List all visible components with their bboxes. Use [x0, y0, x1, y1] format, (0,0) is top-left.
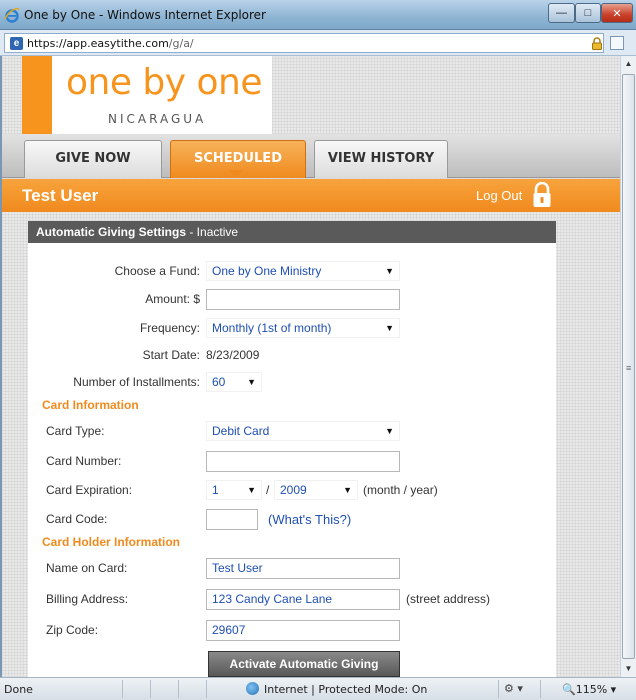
amount-label: Amount: $: [145, 292, 200, 306]
card-type-select-value: Debit Card: [212, 424, 270, 438]
scrollbar-thumb[interactable]: ≡: [622, 74, 635, 659]
tab-view-history[interactable]: VIEW HISTORY: [314, 140, 448, 178]
activate-automatic-giving-button[interactable]: Activate Automatic Giving: [208, 651, 400, 677]
padlock-icon[interactable]: [532, 182, 552, 208]
logout-link[interactable]: Log Out: [476, 188, 522, 203]
card-type-label: Card Type:: [46, 424, 105, 438]
maximize-button[interactable]: □: [575, 3, 601, 23]
status-divider: [540, 680, 541, 698]
zoom-icon: 🔍: [562, 683, 576, 696]
card-type-select[interactable]: Debit Card ▼: [206, 421, 400, 441]
billing-address-input[interactable]: 123 Candy Cane Lane: [206, 589, 400, 610]
start-date-value: 8/23/2009: [206, 348, 260, 362]
expiration-hint: (month / year): [363, 483, 438, 497]
minimize-icon: —: [556, 7, 567, 19]
user-bar: Test User Log Out: [2, 179, 620, 212]
expiration-year-value: 2009: [280, 483, 307, 497]
chevron-down-icon: ▼: [385, 426, 394, 436]
user-name: Test User: [22, 186, 99, 205]
status-divider: [206, 680, 207, 698]
whats-this-link[interactable]: (What's This?): [268, 512, 351, 527]
security-lock-icon[interactable]: [591, 37, 603, 50]
panel-title: Automatic Giving Settings: [36, 225, 187, 239]
card-expiration-label: Card Expiration:: [46, 483, 133, 497]
chevron-down-icon: ▼: [385, 266, 394, 276]
automatic-giving-panel: Automatic Giving Settings - Inactive Cho…: [28, 221, 556, 677]
card-holder-heading: Card Holder Information: [42, 535, 181, 549]
compatibility-view-icon[interactable]: [610, 36, 624, 50]
zoom-value: 115%: [575, 683, 608, 696]
card-code-label: Card Code:: [46, 512, 108, 526]
installments-select-value: 60: [212, 375, 226, 389]
scroll-down-icon[interactable]: ▼: [621, 661, 636, 677]
site-logo[interactable]: one by one: [66, 62, 263, 103]
card-number-input[interactable]: [206, 451, 400, 472]
status-text: Done: [4, 683, 33, 696]
chevron-down-icon: ▼: [343, 485, 352, 495]
minimize-button[interactable]: —: [548, 3, 575, 23]
maximize-icon: □: [584, 7, 592, 19]
expiration-month-value: 1: [212, 483, 219, 497]
installments-label: Number of Installments:: [73, 375, 200, 389]
status-divider: [178, 680, 179, 698]
logo-accent-bar: [22, 56, 52, 134]
status-divider: [498, 680, 499, 698]
frequency-label: Frequency:: [139, 321, 200, 335]
card-info-heading: Card Information: [42, 398, 139, 412]
billing-address-label: Billing Address:: [46, 592, 129, 606]
installments-select[interactable]: 60 ▼: [206, 372, 262, 392]
card-number-label: Card Number:: [46, 454, 122, 468]
close-icon: ✕: [612, 7, 622, 20]
active-tab-pointer: [228, 170, 244, 178]
expiration-separator: /: [266, 483, 270, 497]
grip-icon: ≡: [626, 363, 632, 373]
vertical-scrollbar[interactable]: ▲ ≡ ▼: [620, 56, 636, 677]
main-tabs: GIVE NOW SCHEDULED GIVING VIEW HISTORY: [2, 134, 620, 202]
panel-status: - Inactive: [186, 225, 239, 239]
address-bar: e https://app.easytithe.com/g/a/: [0, 30, 636, 56]
security-zone-text: Internet | Protected Mode: On: [264, 683, 428, 696]
window-title: One by One - Windows Internet Explorer: [24, 8, 266, 22]
zip-code-label: Zip Code:: [46, 623, 99, 637]
page-settings-icon[interactable]: ⚙ ▾: [504, 682, 523, 695]
window-titlebar: One by One - Windows Internet Explorer —…: [0, 0, 636, 30]
page-viewport: one by one NICARAGUA GIVE NOW SCHEDULED …: [0, 56, 620, 677]
card-code-input[interactable]: [206, 509, 258, 530]
name-on-card-label: Name on Card:: [46, 561, 128, 575]
frequency-select[interactable]: Monthly (1st of month) ▼: [206, 318, 400, 338]
chevron-down-icon: ▾: [610, 683, 617, 696]
fund-select[interactable]: One by One Ministry ▼: [206, 261, 400, 281]
status-divider: [150, 680, 151, 698]
url-text: https://app.easytithe.com/g/a/: [27, 37, 194, 50]
site-favicon-icon: e: [10, 37, 23, 50]
start-date-label: Start Date:: [142, 348, 200, 362]
expiration-year-select[interactable]: 2009 ▼: [274, 480, 358, 500]
site-header: one by one NICARAGUA: [2, 56, 620, 134]
chevron-down-icon: ▼: [385, 323, 394, 333]
status-divider: [122, 680, 123, 698]
ie-logo-icon: [4, 7, 20, 23]
panel-header: Automatic Giving Settings - Inactive: [28, 221, 556, 243]
zip-code-input[interactable]: 29607: [206, 620, 400, 641]
chevron-down-icon: ▼: [247, 377, 256, 387]
amount-input[interactable]: [206, 289, 400, 310]
fund-select-value: One by One Ministry: [212, 264, 322, 278]
internet-zone-icon: [246, 682, 259, 695]
scroll-up-icon[interactable]: ▲: [621, 56, 636, 72]
url-input[interactable]: e https://app.easytithe.com/g/a/: [4, 33, 604, 53]
site-logo-subtitle: NICARAGUA: [108, 112, 207, 126]
name-on-card-input[interactable]: Test User: [206, 558, 400, 579]
close-button[interactable]: ✕: [601, 3, 633, 23]
tab-give-now[interactable]: GIVE NOW: [24, 140, 162, 178]
chevron-down-icon: ▼: [247, 485, 256, 495]
zoom-level[interactable]: 🔍115% ▾: [562, 683, 616, 696]
billing-address-hint: (street address): [406, 592, 491, 606]
status-bar: Done Internet | Protected Mode: On ⚙ ▾ 🔍…: [0, 677, 636, 700]
expiration-month-select[interactable]: 1 ▼: [206, 480, 262, 500]
fund-label: Choose a Fund:: [114, 264, 200, 278]
frequency-select-value: Monthly (1st of month): [212, 321, 332, 335]
